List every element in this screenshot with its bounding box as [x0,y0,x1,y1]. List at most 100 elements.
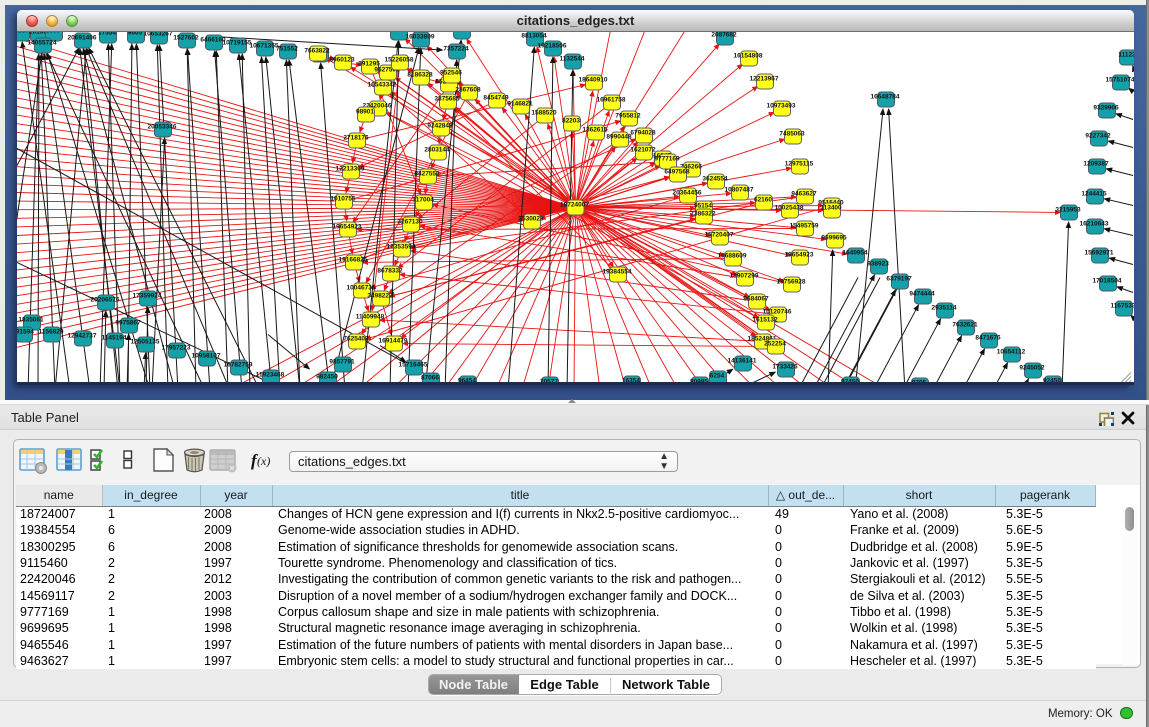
svg-text:19166825: 19166825 [339,256,368,263]
svg-text:1615132: 1615132 [752,316,778,323]
svg-text:2867608: 2867608 [455,86,481,93]
svg-text:7625402: 7625402 [343,335,369,342]
svg-text:3215953: 3215953 [1055,206,1081,213]
svg-text:17554: 17554 [98,32,116,36]
svg-text:19756928: 19756928 [777,278,806,285]
svg-text:9684067: 9684067 [743,295,769,302]
svg-text:1209387: 1209387 [1083,160,1109,167]
svg-text:2803144: 2803144 [424,146,450,153]
svg-text:17359924: 17359924 [133,292,162,299]
svg-text:9146821: 9146821 [507,100,533,107]
svg-text:16782759: 16782759 [224,361,253,368]
svg-text:15692971: 15692971 [1085,249,1114,256]
svg-text:15716465: 15716465 [399,361,428,368]
svg-text:11123: 11123 [1118,51,1134,58]
svg-text:16210643: 16210643 [1080,220,1109,227]
svg-text:952546: 952546 [440,69,462,76]
svg-text:3875685: 3875685 [434,95,460,102]
svg-text:1362615: 1362615 [582,126,608,133]
svg-text:18907299: 18907299 [730,272,759,279]
svg-text:10973493: 10973493 [767,102,796,109]
svg-text:9777169: 9777169 [654,155,680,162]
svg-text:9699695: 9699695 [821,234,847,241]
svg-text:20053346: 20053346 [148,123,177,130]
svg-text:10688609: 10688609 [718,252,747,259]
svg-text:7663822: 7663822 [304,47,330,54]
svg-text:751552: 751552 [276,45,298,52]
svg-text:11409948: 11409948 [356,313,385,320]
svg-text:8471676: 8471676 [975,334,1001,341]
svg-text:9329906: 9329906 [1093,104,1119,111]
svg-text:17018504: 17018504 [1093,277,1122,284]
svg-text:7632621: 7632621 [952,321,978,328]
svg-text:19654923: 19654923 [785,251,814,258]
svg-text:10807487: 10807487 [725,186,754,193]
svg-text:98901: 98901 [356,108,374,115]
svg-text:10653267: 10653267 [144,32,173,37]
svg-text:12213369: 12213369 [336,165,365,172]
svg-text:20691406: 20691406 [68,34,97,41]
svg-text:9227342: 9227342 [1085,132,1111,139]
svg-text:9245052: 9245052 [1019,364,1045,371]
svg-text:8699: 8699 [46,32,61,34]
svg-text:19654923: 19654923 [333,223,362,230]
svg-text:62160: 62160 [754,196,772,203]
svg-text:12505135: 12505135 [131,338,160,345]
svg-text:391594: 391594 [17,328,34,335]
svg-text:1733426: 1733426 [772,363,798,370]
svg-text:9975867: 9975867 [115,319,141,326]
svg-text:10671355: 10671355 [250,42,279,49]
svg-text:19218506: 19218506 [538,42,567,49]
svg-text:1167533: 1167533 [1111,302,1134,309]
svg-text:252254: 252254 [764,340,786,347]
svg-text:1603: 1603 [391,32,406,33]
svg-text:18640910: 18640910 [579,76,608,83]
svg-text:14136141: 14136141 [728,357,757,364]
svg-text:7386322: 7386322 [690,210,716,217]
svg-text:(x): (x) [257,454,270,468]
svg-text:16914479: 16914479 [379,337,408,344]
svg-text:20364456: 20364456 [673,189,702,196]
svg-text:1156829: 1156829 [39,328,64,335]
svg-text:2718176: 2718176 [343,134,369,141]
svg-text:16648784: 16648784 [871,93,900,100]
svg-text:9463627: 9463627 [791,190,817,197]
svg-text:9242848: 9242848 [427,122,453,129]
svg-text:1640954: 1640954 [842,249,868,256]
svg-text:3498222: 3498222 [367,292,393,299]
svg-text:8813054: 8813054 [521,32,547,39]
svg-text:16033809: 16033809 [406,33,435,40]
svg-text:15226058: 15226058 [385,56,414,63]
svg-text:8427552: 8427552 [414,170,440,177]
svg-text:10958107: 10958107 [192,352,221,359]
svg-text:938923: 938923 [867,260,889,267]
svg-text:20133: 20133 [29,32,47,35]
svg-text:87066: 87066 [421,374,439,381]
svg-text:14055724: 14055724 [28,39,57,46]
svg-text:12975115: 12975115 [785,160,814,167]
svg-text:3624554: 3624554 [702,175,728,182]
svg-text:7485063: 7485063 [779,130,805,137]
svg-text:8960123: 8960123 [329,56,355,63]
svg-text:1244415: 1244415 [1081,190,1107,197]
svg-text:3267130: 3267130 [397,218,423,225]
svg-text:8990448: 8990448 [606,133,632,140]
svg-text:6379197: 6379197 [886,275,912,282]
svg-text:10046736: 10046736 [347,284,376,291]
svg-text:15495759: 15495759 [790,222,819,229]
svg-text:20206576: 20206576 [91,296,120,303]
svg-text:6497568: 6497568 [664,168,690,175]
svg-text:1132544: 1132544 [560,55,585,62]
svg-text:6794028: 6794028 [630,129,656,136]
svg-text:9605: 9605 [128,32,143,36]
svg-text:82203: 82203 [562,117,580,124]
svg-text:10654112: 10654112 [997,348,1026,355]
svg-text:8186328: 8186328 [407,71,433,78]
svg-text:982450: 982450 [316,373,338,380]
svg-text:113400: 113400 [820,204,842,211]
svg-text:15720407: 15720407 [705,231,734,238]
svg-text:2935114: 2935114 [932,304,957,311]
svg-text:15751074: 15751074 [1106,76,1134,83]
svg-text:9857791: 9857791 [329,358,355,365]
svg-text:317004: 317004 [412,196,434,203]
